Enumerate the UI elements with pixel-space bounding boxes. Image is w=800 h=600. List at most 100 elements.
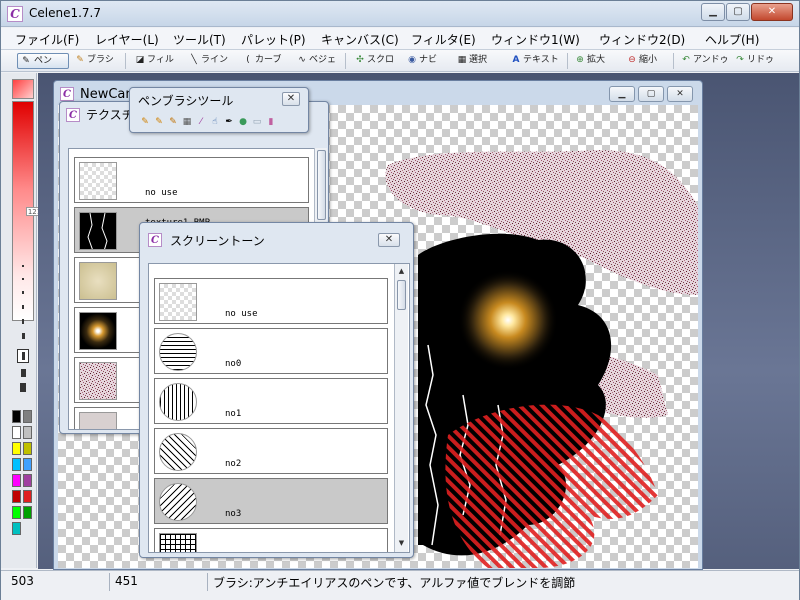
app-logo-icon: C [7,6,23,22]
color-swatch[interactable] [23,426,32,439]
bezier-icon: ∿ [298,55,306,65]
screentone-thumb-diagonal-left [159,433,197,471]
menu-filter[interactable]: フィルタ(E) [411,31,476,48]
curve-icon: ( [246,55,250,65]
color-swatch[interactable] [12,474,21,487]
brush-size-dot[interactable] [22,291,24,294]
scroll-icon: ✣ [356,55,364,65]
texture-icon[interactable]: ▦ [182,116,192,128]
canvas-maximize-button[interactable]: ▢ [638,86,664,102]
tool-navigator-button[interactable]: ◉ ナビ [407,53,437,69]
color-swatch[interactable] [12,442,21,455]
tool-select-button[interactable]: ▦ 選択 [457,53,487,69]
color-swatch[interactable] [12,522,21,535]
menu-help[interactable]: ヘルプ(H) [705,31,759,48]
zoom-out-icon: ⊖ [628,55,636,65]
brush-tool-strip: ✎ ✎ ✎ ▦ ⁄ ☝ ✒ ● ▭ ▮ [138,116,298,130]
color-swatch[interactable] [23,442,32,455]
maximize-button[interactable]: ▢ [726,3,750,21]
menu-tool[interactable]: ツール(T) [173,31,226,48]
smudge-icon[interactable]: ☝ [210,116,220,128]
tool-text-button[interactable]: A テキスト [511,53,559,69]
color-intensity-slider[interactable]: 121 [12,101,43,321]
color-swatch[interactable] [12,490,21,503]
brush-size-dot[interactable] [20,383,26,392]
eraser-icon[interactable]: ▭ [252,116,262,128]
tool-pen-button[interactable]: ✎ ペン [17,53,69,69]
pen-nib-icon[interactable]: ✒ [224,116,234,128]
redo-icon: ↷ [736,55,744,65]
paint-icon[interactable]: ▮ [266,116,276,128]
tool-brush-button[interactable]: ✎ ブラシ [75,53,114,69]
color-swatch[interactable] [12,506,21,519]
scroll-thumb[interactable] [397,280,406,310]
tool-zoom-in-button[interactable]: ⊕ 拡大 [575,53,605,69]
menu-palette[interactable]: パレット(P) [241,31,306,48]
brush-size-dot[interactable] [22,333,25,339]
undo-icon: ↶ [682,55,690,65]
tool-curve-button[interactable]: (カーブ [243,53,281,69]
brush-panel-title: ペンブラシツール [138,94,234,108]
pencil-icon[interactable]: ✎ [140,116,150,128]
canvas-close-button[interactable]: ✕ [667,86,693,102]
screentone-item[interactable] [154,528,388,552]
screentone-scrollbar[interactable]: ▲ ▼ [394,264,408,552]
status-divider [109,573,110,591]
menu-file[interactable]: ファイル(F) [15,31,79,48]
color-swatch[interactable] [23,410,32,423]
color-swatch[interactable] [23,506,32,519]
menu-canvas[interactable]: キャンバス(C) [321,31,399,48]
text-icon: A [512,55,520,65]
canvas-minimize-button[interactable]: ▁ [609,86,635,102]
tool-zoom-out-button[interactable]: ⊖ 縮小 [627,53,657,69]
color-swatch[interactable] [12,426,21,439]
color-swatch[interactable] [12,458,21,471]
brush-tool-panel: ペンブラシツール ✕ ✎ ✎ ✎ ▦ ⁄ ☝ ✒ ● ▭ ▮ [129,87,309,133]
color-swatch[interactable] [23,474,32,487]
close-button[interactable]: ✕ [751,3,793,21]
minimize-button[interactable]: ▁ [701,3,725,21]
color-swatch[interactable] [12,410,21,423]
brush-size-dot[interactable] [21,369,26,377]
screentone-item[interactable]: no2 [154,428,388,474]
dropper-icon[interactable]: ⁄ [196,116,206,128]
tool-undo-button[interactable]: ↶ アンドゥ [681,53,728,69]
scroll-thumb[interactable] [317,150,326,220]
texture-item[interactable]: no use [74,157,309,203]
menu-window2[interactable]: ウィンドウ2(D) [599,31,685,48]
airbrush-icon[interactable]: ✎ [168,116,178,128]
color-swatch[interactable] [23,458,32,471]
tool-line-button[interactable]: ╲ ライン [189,53,228,69]
tool-redo-button[interactable]: ↷ リドゥ [735,53,774,69]
brush-panel-close-button[interactable]: ✕ [282,92,300,106]
brush-size-dot[interactable] [22,278,24,280]
tool-bar: ✎ ペン ✎ ブラシ ◪ フィル ╲ ライン (カーブ ∿ ベジェ ✣ スクロ ◉ ナビ ▦ 選… [1,50,799,72]
brush-size-selected[interactable] [17,349,29,363]
tool-fill-button[interactable]: ◪ フィル [135,53,174,69]
color-swatch[interactable] [23,490,32,503]
title-bar[interactable]: C Celene1.7.7 ▁ ▢ ✕ [1,1,799,27]
brush-size-dot[interactable] [22,265,24,267]
screentone-item[interactable]: no use [154,278,388,324]
bucket-icon[interactable]: ● [238,116,248,128]
scroll-down-arrow-icon[interactable]: ▼ [395,536,408,550]
toolbar-divider [567,53,568,69]
screentone-thumb-empty [159,283,197,321]
marker-icon[interactable]: ✎ [154,116,164,128]
tool-bezier-button[interactable]: ∿ ベジェ [297,53,336,69]
menu-layer[interactable]: レイヤー(L) [95,31,159,48]
screentone-item[interactable]: no1 [154,378,388,424]
screentone-panel-close-button[interactable]: ✕ [378,233,400,247]
screentone-item[interactable]: no0 [154,328,388,374]
screentone-item-selected[interactable]: no3 [154,478,388,524]
tool-scroll-button[interactable]: ✣ スクロ [355,53,394,69]
brush-size-dot[interactable] [22,319,24,324]
menu-window1[interactable]: ウィンドウ1(W) [491,31,580,48]
toolbar-divider [345,53,346,69]
app-logo-icon: C [60,87,74,101]
screentone-thumb-grid [159,533,197,552]
brush-size-dot[interactable] [22,305,24,309]
scroll-up-arrow-icon[interactable]: ▲ [395,264,408,278]
current-color-swatch[interactable] [12,79,34,99]
app-logo-icon: C [66,108,80,122]
